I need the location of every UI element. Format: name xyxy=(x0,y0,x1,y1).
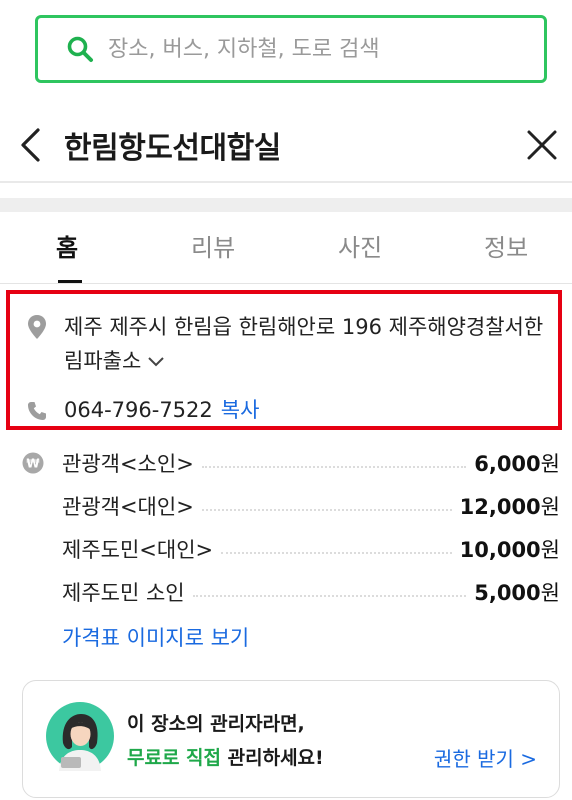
search-input[interactable] xyxy=(108,36,544,62)
page-title: 한림항도선대합실 xyxy=(64,131,281,166)
place-detail-page: 한림항도선대합실 홈 리뷰 사진 정보 제주 제주시 한림읍 한림해안로 196… xyxy=(0,0,572,800)
search-icon xyxy=(67,36,93,62)
won-currency-icon: ₩ xyxy=(22,452,44,474)
price-leader-dots xyxy=(221,552,452,554)
price-row: 제주도민<대인> 10,000원 xyxy=(62,531,560,567)
price-unit: 원 xyxy=(540,538,560,562)
title-bar: 한림항도선대합실 xyxy=(0,105,572,183)
price-name: 제주도민 소인 xyxy=(62,581,185,605)
svg-text:₩: ₩ xyxy=(26,457,40,471)
copy-phone-link[interactable]: 복사 xyxy=(221,398,260,422)
price-name: 제주도민<대인> xyxy=(62,538,214,562)
tab-photos[interactable]: 사진 xyxy=(338,228,382,263)
phone-row: 064-796-7522 복사 xyxy=(64,394,259,424)
phone-number[interactable]: 064-796-7522 xyxy=(64,398,213,422)
banner-subline: 무료로 직접 관리하세요! xyxy=(127,743,324,770)
active-tab-indicator xyxy=(58,280,82,283)
contact-info-highlight: 제주 제주시 한림읍 한림해안로 196 제주해양경찰서한림파출소 064-79… xyxy=(6,290,562,430)
price-unit: 원 xyxy=(540,581,560,605)
tab-info[interactable]: 정보 xyxy=(484,228,528,263)
price-row: 관광객<소인> 6,000원 xyxy=(62,445,560,481)
price-leader-dots xyxy=(201,466,467,468)
back-arrow-icon[interactable] xyxy=(18,127,44,163)
address-value: 제주 제주시 한림읍 한림해안로 196 제주해양경찰서한림파출소 xyxy=(64,315,544,373)
price-amount: 5,000 xyxy=(474,581,541,605)
price-value: 12,000원 xyxy=(460,491,560,521)
banner-highlight: 무료로 직접 xyxy=(127,747,222,769)
banner-headline: 이 장소의 관리자라면, xyxy=(127,713,305,735)
chevron-down-icon[interactable] xyxy=(147,356,165,368)
price-amount: 12,000 xyxy=(459,495,541,519)
price-name: 관광객<소인> xyxy=(62,452,194,476)
location-pin-icon xyxy=(28,315,46,339)
tab-home[interactable]: 홈 xyxy=(56,228,78,263)
address-text[interactable]: 제주 제주시 한림읍 한림해안로 196 제주해양경찰서한림파출소 xyxy=(64,310,554,378)
price-leader-dots xyxy=(201,509,452,511)
phone-icon xyxy=(28,402,46,420)
banner-subline-rest: 관리하세요! xyxy=(221,747,324,769)
price-amount: 6,000 xyxy=(474,452,541,476)
avatar xyxy=(46,702,114,771)
price-unit: 원 xyxy=(540,495,560,519)
price-amount: 10,000 xyxy=(459,538,541,562)
price-row: 관광객<대인> 12,000원 xyxy=(62,488,560,524)
price-row: 제주도민 소인 5,000원 xyxy=(62,574,560,610)
price-image-link[interactable]: 가격표 이미지로 보기 xyxy=(62,622,249,652)
close-icon[interactable] xyxy=(526,129,558,161)
price-value: 5,000원 xyxy=(474,577,560,607)
tab-bar: 홈 리뷰 사진 정보 xyxy=(0,212,572,284)
price-unit: 원 xyxy=(540,452,560,476)
price-value: 6,000원 xyxy=(474,448,560,478)
request-permission-link[interactable]: 권한 받기 > xyxy=(434,743,537,772)
price-leader-dots xyxy=(192,595,467,597)
owner-claim-banner[interactable]: 이 장소의 관리자라면, 무료로 직접 관리하세요! 권한 받기 > xyxy=(22,680,560,798)
tab-reviews[interactable]: 리뷰 xyxy=(191,228,235,263)
price-name: 관광객<대인> xyxy=(62,495,194,519)
price-value: 10,000원 xyxy=(460,534,560,564)
search-bar[interactable] xyxy=(35,15,547,83)
section-divider xyxy=(0,198,572,212)
